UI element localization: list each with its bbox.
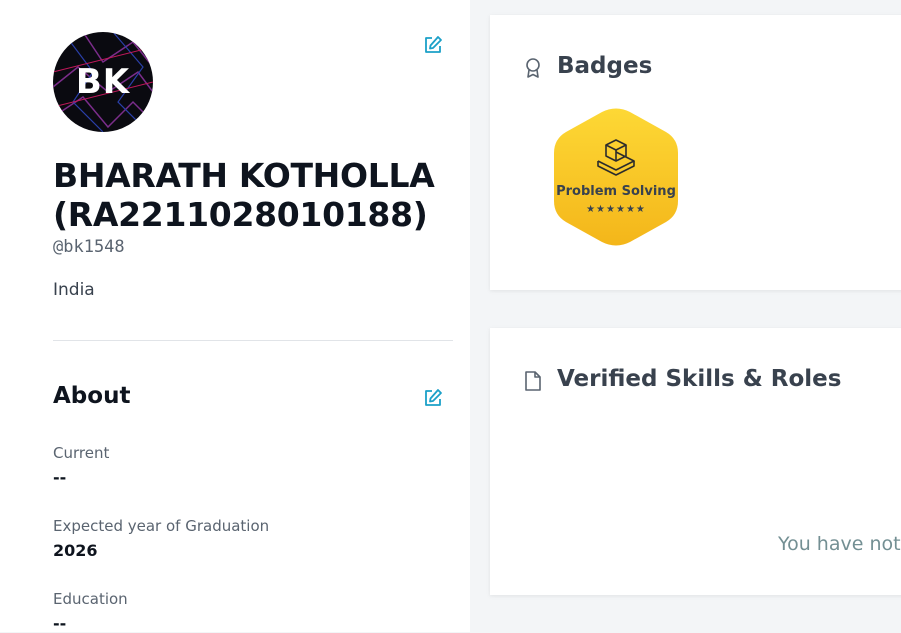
avatar-initials: BK	[75, 62, 131, 102]
badge-label: Problem Solving	[556, 184, 676, 199]
badge-hexagon	[554, 108, 678, 246]
edit-profile-button[interactable]	[423, 35, 443, 55]
field-education-label: Education	[53, 590, 128, 608]
skills-title: Verified Skills & Roles	[557, 366, 842, 392]
profile-panel: BK BHARATH KOTHOLLA (RA2211028010188) @b…	[0, 0, 470, 633]
field-graduation-value: 2026	[53, 541, 98, 560]
edit-icon	[425, 36, 442, 53]
field-current-value: --	[53, 468, 67, 487]
edit-about-button[interactable]	[423, 388, 443, 408]
profile-name: BHARATH KOTHOLLA (RA2211028010188)	[53, 156, 435, 234]
divider	[53, 340, 453, 341]
skills-empty-message: You have not	[778, 533, 901, 555]
badge-problem-solving[interactable]: Problem Solving ★★★★★★	[552, 108, 680, 246]
field-education-value: --	[53, 614, 67, 633]
ribbon-icon	[526, 58, 540, 78]
field-current-label: Current	[53, 444, 110, 462]
profile-country: India	[53, 280, 95, 300]
skills-card: Verified Skills & Roles You have not	[490, 328, 901, 595]
profile-handle: @bk1548	[53, 237, 125, 257]
field-graduation-label: Expected year of Graduation	[53, 517, 270, 535]
edit-icon	[425, 389, 442, 406]
document-icon	[525, 371, 541, 391]
about-title: About	[53, 383, 131, 409]
badge-stars: ★★★★★★	[586, 204, 646, 215]
badges-title: Badges	[557, 53, 653, 79]
badges-card: Badges Problem Solving ★★★★★★	[490, 15, 901, 290]
avatar[interactable]: BK	[53, 32, 153, 132]
